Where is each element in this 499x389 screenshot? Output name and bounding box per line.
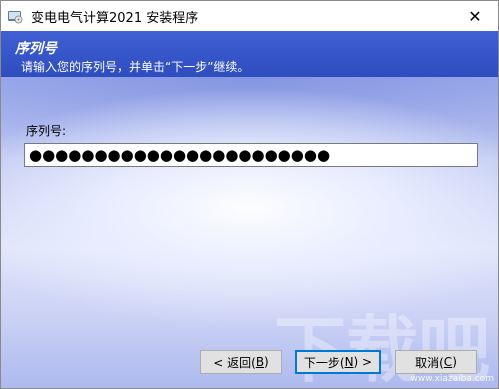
cancel-button[interactable]: 取消(C) [395,350,477,374]
installer-window: 变电电气计算2021 安装程序 ✕ 序列号 请输入您的序列号，并单击“下一步”继… [0,0,499,389]
next-button[interactable]: 下一步(N) > [295,350,381,374]
window-title: 变电电气计算2021 安装程序 [31,11,199,26]
serial-number-label: 序列号: [26,124,67,138]
watermark-url: www.xiazaiba.com [410,374,494,384]
main-panel: 序列号: 下载吧 www.xiazaiba.com < 返回(B) 下一步(N)… [1,77,498,388]
page-subtitle: 请输入您的序列号，并单击“下一步”继续。 [21,60,250,74]
close-icon: ✕ [468,6,482,26]
back-button[interactable]: < 返回(B) [200,350,282,374]
close-button[interactable]: ✕ [452,1,498,31]
title-bar: 变电电气计算2021 安装程序 ✕ [1,1,498,31]
installer-app-icon [8,11,23,24]
page-title: 序列号 [15,41,57,57]
serial-number-input[interactable] [24,143,478,167]
page-header: 序列号 请输入您的序列号，并单击“下一步”继续。 [1,31,498,77]
